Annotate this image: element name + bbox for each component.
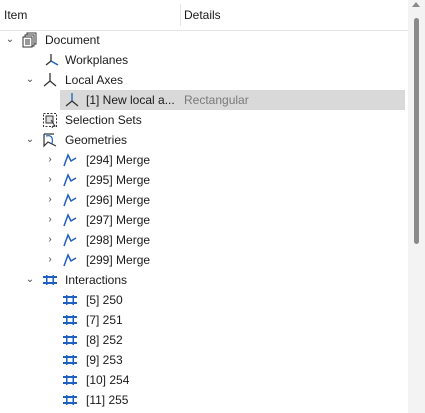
scrollbar-thumb[interactable] <box>414 18 419 244</box>
tree-row-workplanes[interactable]: Workplanes <box>0 50 408 70</box>
tree-label-selection-sets: Selection Sets <box>65 113 142 127</box>
tree-row-geometry[interactable]: › [295] Merge <box>0 170 408 190</box>
interaction-icon <box>63 355 77 365</box>
tree-row-geometry[interactable]: › [296] Merge <box>0 190 408 210</box>
merge-geometry-icon <box>63 233 77 247</box>
tree-row-interaction[interactable]: [9] 253 <box>0 350 408 370</box>
scroll-up-icon[interactable] <box>412 2 420 7</box>
tree-row-selection-sets[interactable]: Selection Sets <box>0 110 408 130</box>
workplane-icon <box>45 54 59 66</box>
vertical-scrollbar[interactable] <box>408 0 425 413</box>
tree-label-interaction: [11] 255 <box>86 393 129 407</box>
interaction-icon <box>63 395 77 405</box>
tree-label-geometry: [298] Merge <box>86 233 151 247</box>
tree-label-geometries: Geometries <box>65 133 128 147</box>
document-icon <box>22 32 37 48</box>
tree-row-geometry[interactable]: › [299] Merge <box>0 250 408 270</box>
tree-label-geometry: [297] Merge <box>86 213 151 227</box>
tree-label-document: Document <box>45 33 100 47</box>
chevron-right-icon[interactable]: › <box>44 250 56 270</box>
chevron-down-icon[interactable]: ⌄ <box>24 70 36 90</box>
chevron-down-icon[interactable]: ⌄ <box>24 270 36 290</box>
tree-label-interaction: [9] 253 <box>86 353 123 367</box>
merge-geometry-icon <box>63 213 77 227</box>
tree-label-interaction: [8] 252 <box>86 333 123 347</box>
tree-row-interaction[interactable]: [5] 250 <box>0 290 408 310</box>
axes-icon <box>65 93 79 107</box>
chevron-right-icon[interactable]: › <box>44 170 56 190</box>
tree-row-document[interactable]: ⌄ Document <box>0 30 408 50</box>
chevron-right-icon[interactable]: › <box>44 230 56 250</box>
tree-row-interactions[interactable]: ⌄ Interactions <box>0 270 408 290</box>
interaction-icon <box>43 275 57 285</box>
tree-label-geometry: [296] Merge <box>86 193 151 207</box>
column-header-details[interactable]: Details <box>184 0 221 30</box>
tree-row-interaction[interactable]: [7] 251 <box>0 310 408 330</box>
tree-label-geometry: [299] Merge <box>86 253 151 267</box>
tree-label-interactions: Interactions <box>65 273 128 287</box>
tree-row-geometries[interactable]: ⌄ Geometries <box>0 130 408 150</box>
tree-details-local-axis-1: Rectangular <box>184 93 249 107</box>
merge-geometry-icon <box>63 253 77 267</box>
tree-row-interaction[interactable]: [8] 252 <box>0 330 408 350</box>
chevron-right-icon[interactable]: › <box>44 190 56 210</box>
tree-row-geometry[interactable]: › [294] Merge <box>0 150 408 170</box>
tree-row-interaction[interactable]: [10] 254 <box>0 370 408 390</box>
tree-label-interaction: [10] 254 <box>86 373 130 387</box>
chevron-down-icon[interactable]: ⌄ <box>4 30 16 50</box>
tree-label-local-axes: Local Axes <box>65 73 124 87</box>
tree-header: Item Details <box>0 0 408 31</box>
chevron-down-icon[interactable]: ⌄ <box>24 130 36 150</box>
column-divider[interactable] <box>180 4 181 26</box>
geometry-icon <box>43 133 57 148</box>
axes-icon <box>43 73 57 87</box>
chevron-right-icon[interactable]: › <box>44 210 56 230</box>
tree-label-interaction: [7] 251 <box>86 313 123 327</box>
merge-geometry-icon <box>63 153 77 167</box>
tree-label-local-axis-1: [1] New local a... <box>86 93 175 107</box>
column-header-item[interactable]: Item <box>4 0 27 30</box>
tree-row-interaction[interactable]: [11] 255 <box>0 390 408 410</box>
interaction-icon <box>63 315 77 325</box>
tree-row-local-axis-1[interactable]: [1] New local a... Rectangular <box>0 90 408 110</box>
interaction-icon <box>63 335 77 345</box>
tree-label-interaction: [5] 250 <box>86 293 123 307</box>
selection-icon <box>43 113 57 128</box>
tree-row-local-axes[interactable]: ⌄ Local Axes <box>0 70 408 90</box>
tree-row-geometry[interactable]: › [298] Merge <box>0 230 408 250</box>
merge-geometry-icon <box>63 173 77 187</box>
tree-row-geometry[interactable]: › [297] Merge <box>0 210 408 230</box>
tree-label-workplanes: Workplanes <box>65 53 129 67</box>
interaction-icon <box>63 375 77 385</box>
tree-label-geometry: [295] Merge <box>86 173 151 187</box>
chevron-right-icon[interactable]: › <box>44 150 56 170</box>
merge-geometry-icon <box>63 193 77 207</box>
model-tree: ⌄ Document Workplanes ⌄ Local Axes [1] N… <box>0 30 408 413</box>
interaction-icon <box>63 295 77 305</box>
tree-label-geometry: [294] Merge <box>86 153 151 167</box>
